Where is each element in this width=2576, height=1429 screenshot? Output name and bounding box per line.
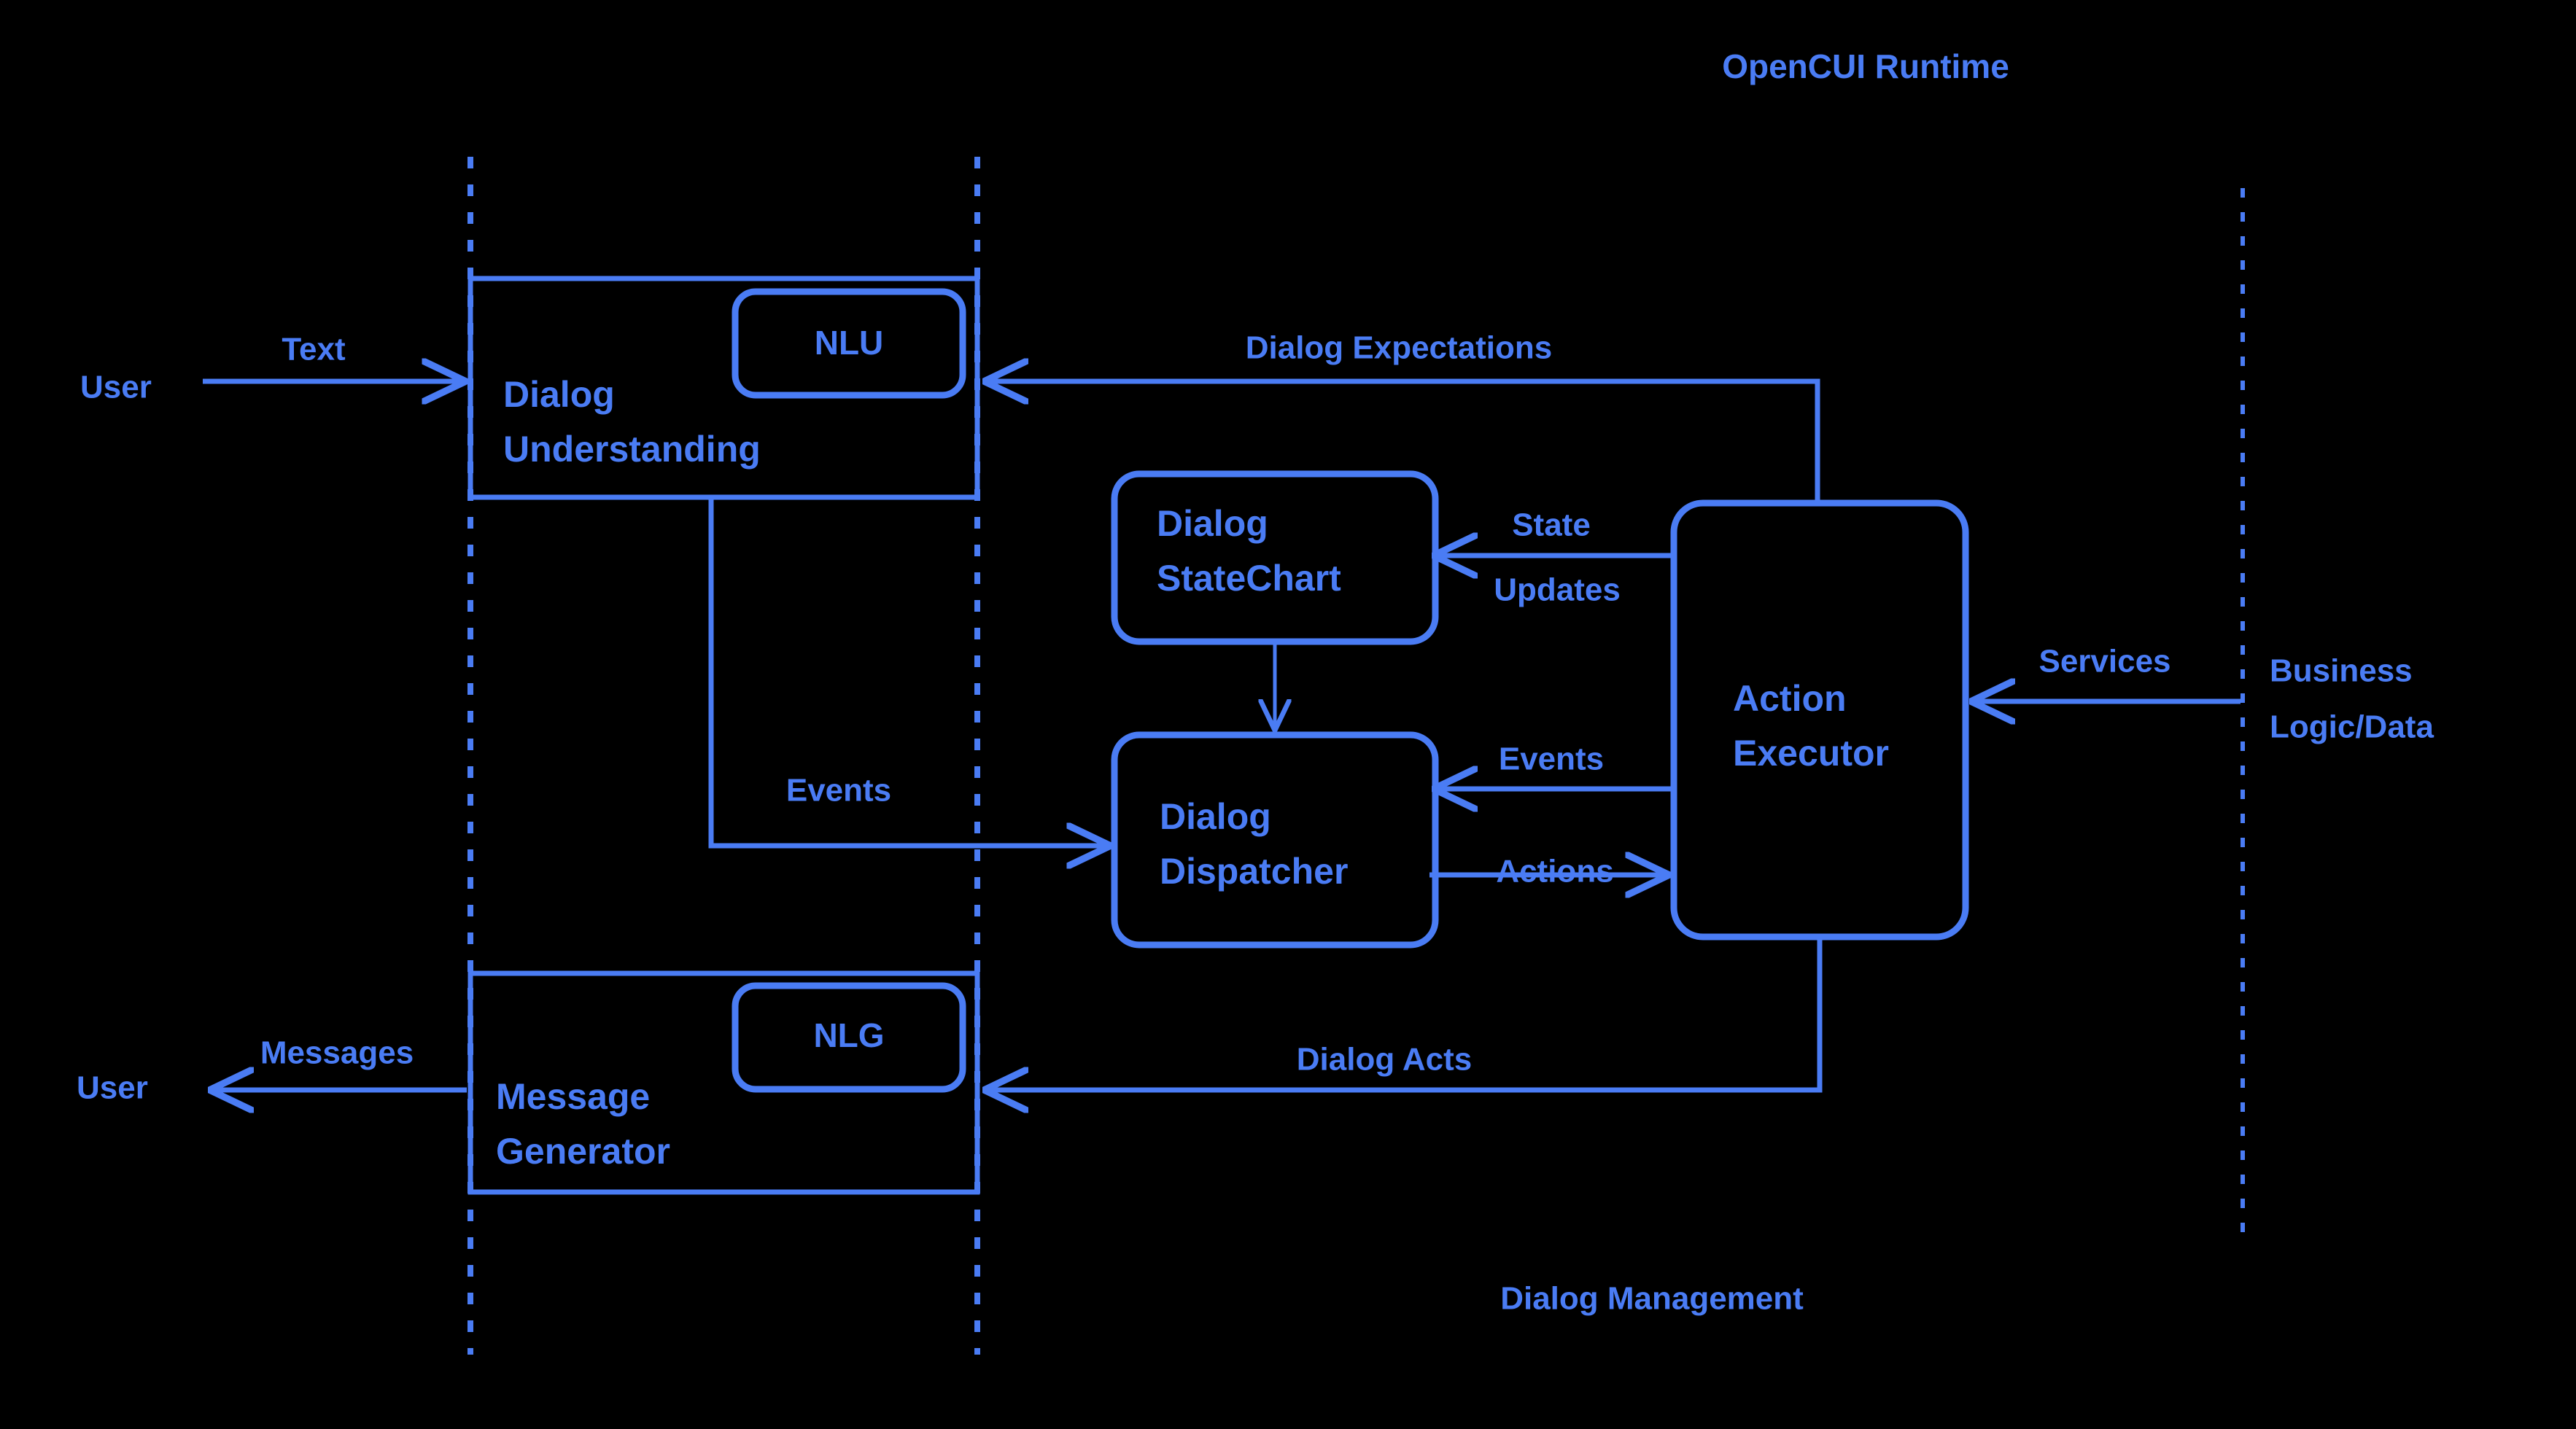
edge-label-text: Text (282, 332, 346, 367)
box-dialog-dispatcher[interactable] (1111, 731, 1439, 949)
edge-label-state-updates-line1: State (1512, 507, 1591, 543)
actor-business-line1: Business (2270, 653, 2413, 689)
actor-business-line2: Logic/Data (2270, 709, 2434, 745)
edge-label-events-left: Events (786, 773, 891, 809)
box-action-executor[interactable] (1670, 499, 1969, 941)
edge-label-state-updates-line2: Updates (1494, 572, 1621, 608)
page-title: OpenCUI Runtime (1722, 47, 2009, 85)
box-action-executor-line1: Action (1733, 678, 1847, 719)
edge-label-dialog-expectations: Dialog Expectations (1246, 330, 1553, 366)
actor-user-output: User (77, 1070, 148, 1106)
edge-events-left-arrow (708, 497, 1109, 846)
box-dialog-understanding-line2: Understanding (503, 429, 761, 470)
box-dialog-statechart-line1: Dialog (1157, 503, 1268, 544)
box-nlu-label: NLU (815, 324, 884, 362)
edge-label-messages: Messages (260, 1035, 414, 1071)
actor-user-input: User (80, 370, 152, 405)
edge-label-services: Services (2038, 644, 2170, 680)
architecture-diagram: OpenCUI Runtime User User Business Logic… (77, 47, 2434, 1355)
box-message-generator-line1: Message (496, 1076, 650, 1117)
box-dialog-statechart-line2: StateChart (1157, 558, 1341, 599)
edge-dialog-expectations-arrow (986, 381, 1820, 505)
box-dialog-dispatcher-line2: Dispatcher (1160, 851, 1348, 892)
box-dialog-understanding-line1: Dialog (503, 374, 615, 415)
box-action-executor-line2: Executor (1733, 733, 1889, 774)
zone-label-dialog-management: Dialog Management (1500, 1281, 1804, 1317)
box-dialog-dispatcher-line1: Dialog (1160, 796, 1271, 837)
diagram-canvas: OpenCUI Runtime User User Business Logic… (0, 0, 2576, 1429)
edge-label-actions: Actions (1496, 854, 1613, 889)
edge-label-dialog-acts: Dialog Acts (1297, 1042, 1472, 1078)
box-message-generator-line2: Generator (496, 1131, 670, 1172)
edge-label-events-right: Events (1499, 741, 1604, 777)
box-nlg-label: NLG (813, 1016, 884, 1054)
